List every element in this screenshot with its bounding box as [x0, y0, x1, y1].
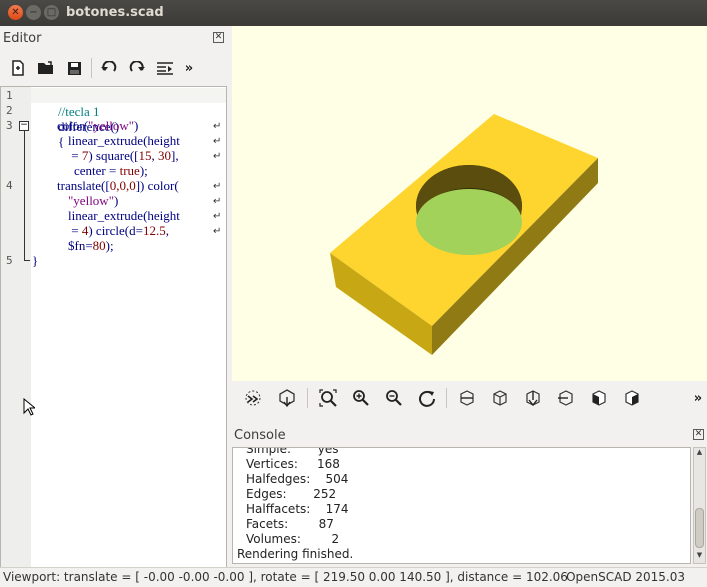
- code-line-3-center: center = true);: [74, 163, 148, 178]
- preview-icon[interactable]: [236, 385, 270, 411]
- code-editor[interactable]: 1 2 3 4 5 − //tecla 1 difference() { col…: [0, 86, 227, 587]
- editor-panel: Editor ✕ » 1 2 3 4 5 − //tecla 1 differe…: [0, 26, 230, 587]
- rendered-model: [330, 114, 598, 355]
- code-line-3-extrude: linear_extrude(height: [68, 133, 180, 148]
- undo-icon[interactable]: [95, 55, 123, 81]
- open-file-icon[interactable]: [32, 55, 60, 81]
- fold-end: [24, 260, 30, 261]
- new-file-icon[interactable]: [4, 55, 32, 81]
- 3d-viewport[interactable]: [232, 26, 707, 381]
- indent-icon[interactable]: [151, 55, 179, 81]
- save-icon[interactable]: [60, 55, 88, 81]
- scroll-thumb[interactable]: [695, 508, 704, 548]
- mouse-cursor-icon: [23, 398, 35, 416]
- console-line: Edges: 252: [246, 487, 337, 501]
- version-label: OpenSCAD 2015.03: [566, 570, 685, 584]
- window-maximize-button[interactable]: □: [44, 5, 59, 20]
- wrap-marker-icon: ↵: [213, 121, 222, 132]
- top-view-icon[interactable]: [483, 385, 516, 411]
- line-number: 2: [6, 104, 13, 117]
- console-line: Simple: yes: [246, 447, 339, 456]
- window-title: botones.scad: [66, 5, 164, 20]
- console-line: Halfedges: 504: [246, 472, 349, 486]
- fold-toggle[interactable]: −: [19, 121, 29, 131]
- window-titlebar: ✕ − □ botones.scad: [0, 0, 707, 26]
- line-number: 3: [6, 119, 13, 132]
- window-minimize-button[interactable]: −: [26, 5, 41, 20]
- render-icon[interactable]: [270, 385, 304, 411]
- console-line: Volumes: 2: [246, 532, 340, 546]
- wrap-marker-icon: ↵: [213, 181, 222, 192]
- code-line-4-translate: translate([0,0,0]) color(: [57, 178, 179, 193]
- window-close-button[interactable]: ✕: [8, 5, 23, 20]
- back-view-icon[interactable]: [615, 385, 648, 411]
- code-line-4-color: "yellow"): [68, 193, 119, 208]
- model-hole-bottom: [416, 189, 522, 255]
- view-more-icon[interactable]: »: [690, 385, 706, 411]
- wrap-marker-icon: ↵: [213, 211, 222, 222]
- console-output[interactable]: Simple: yes Vertices: 168 Halfedges: 504…: [232, 447, 691, 564]
- wrap-marker-icon: ↵: [213, 196, 222, 207]
- scroll-down-icon[interactable]: ▼: [694, 551, 705, 563]
- editor-more-icon[interactable]: »: [179, 55, 199, 81]
- console-line: Halffacets: 174: [246, 502, 349, 516]
- console-close-icon[interactable]: ✕: [693, 429, 704, 440]
- editor-toolbar: »: [4, 55, 199, 81]
- zoom-out-icon[interactable]: [377, 385, 410, 411]
- console-line: Facets: 87: [246, 517, 334, 531]
- line-number: 4: [6, 179, 13, 192]
- code-line-3-square: = 7) square([15, 30],: [68, 148, 179, 163]
- line-number-gutter: [1, 87, 31, 587]
- console-line: Vertices: 168: [246, 457, 340, 471]
- code-line-4-fn: $fn=80);: [68, 238, 114, 253]
- line-number: 5: [6, 254, 13, 267]
- front-view-icon[interactable]: [582, 385, 615, 411]
- code-line-4-extrude: linear_extrude(height: [68, 208, 180, 223]
- line-number: 1: [6, 89, 13, 102]
- fold-line: [24, 131, 25, 260]
- bottom-view-icon[interactable]: [516, 385, 549, 411]
- console-scrollbar[interactable]: ▲ ▼: [693, 447, 706, 564]
- console-final-line: Rendering finished.: [237, 547, 354, 561]
- scroll-up-icon[interactable]: ▲: [694, 448, 705, 460]
- code-line-3-color: color("yellow"): [57, 118, 139, 133]
- editor-close-icon[interactable]: ✕: [213, 32, 224, 43]
- left-view-icon[interactable]: [549, 385, 582, 411]
- zoom-in-icon[interactable]: [344, 385, 377, 411]
- wrap-marker-icon: ↵: [213, 226, 222, 237]
- right-view-icon[interactable]: [450, 385, 483, 411]
- wrap-marker-icon: ↵: [213, 136, 222, 147]
- viewport-status: Viewport: translate = [ -0.00 -0.00 -0.0…: [3, 570, 568, 584]
- console-title: Console: [234, 428, 286, 443]
- view-all-icon[interactable]: [311, 385, 344, 411]
- view-toolbar: »: [232, 381, 707, 415]
- wrap-marker-icon: ↵: [213, 151, 222, 162]
- status-bar: Viewport: translate = [ -0.00 -0.00 -0.0…: [0, 567, 707, 587]
- code-line-5: }: [32, 253, 39, 268]
- code-line-4-circle: = 4) circle(d=12.5,: [68, 223, 169, 238]
- redo-icon[interactable]: [123, 55, 151, 81]
- editor-title: Editor: [3, 31, 42, 46]
- reset-view-icon[interactable]: [410, 385, 443, 411]
